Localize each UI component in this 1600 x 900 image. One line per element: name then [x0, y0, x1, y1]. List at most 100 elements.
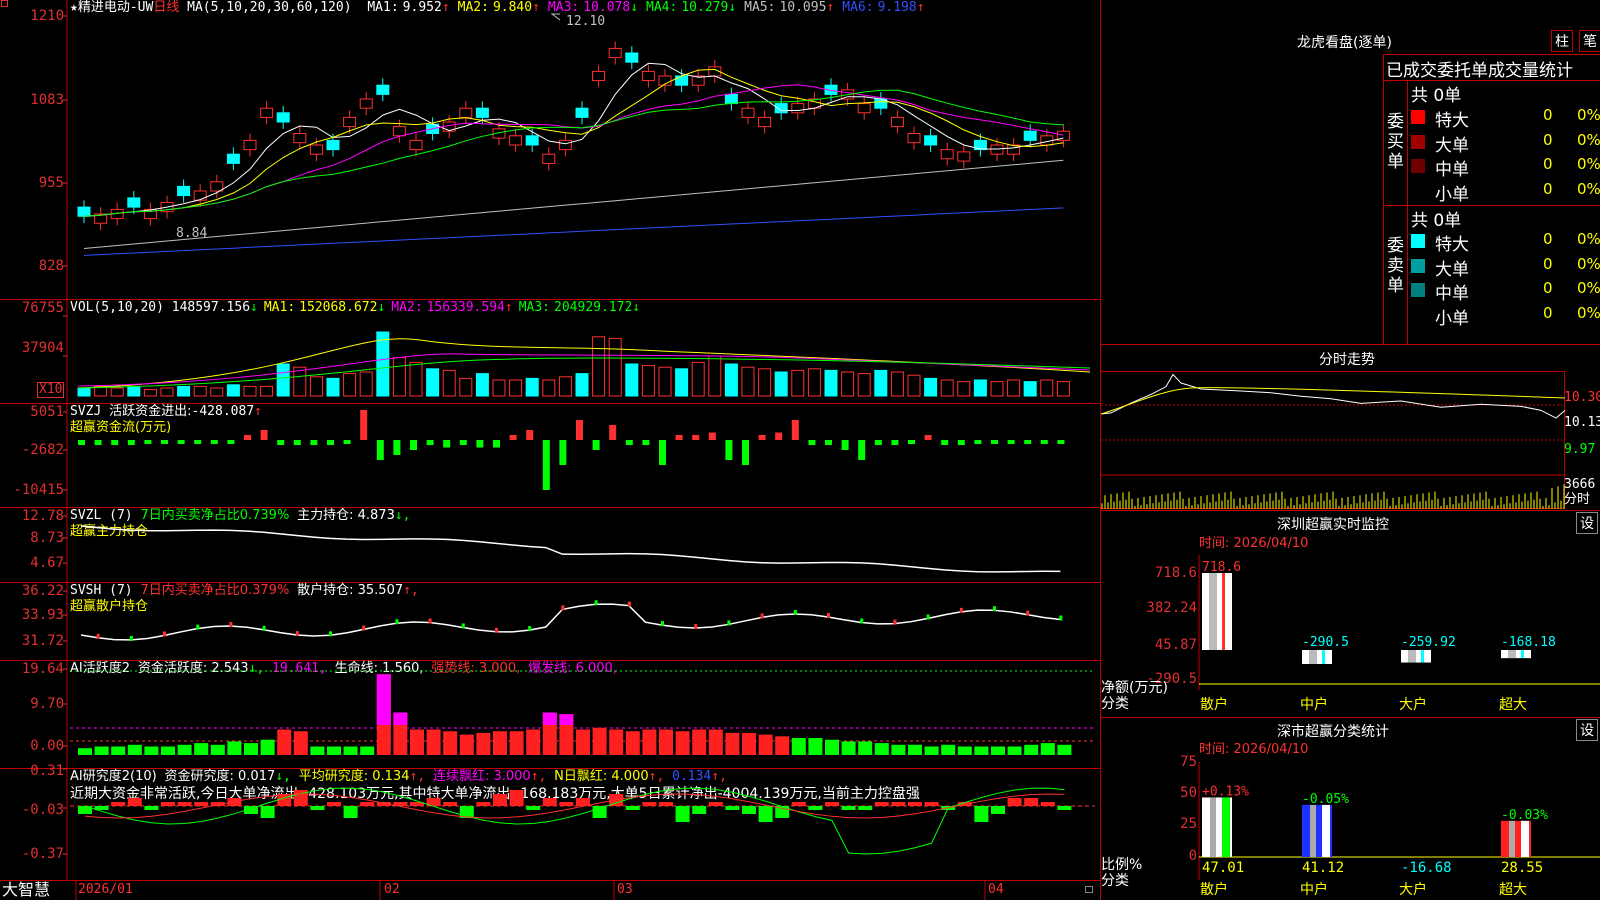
candle: [542, 147, 556, 171]
bar-change-label: -0.03%: [1501, 808, 1548, 823]
research-bar: [924, 802, 939, 806]
candle: [741, 101, 755, 125]
research-bar: [127, 798, 142, 806]
flow-bar: [991, 440, 998, 444]
activity-bar: [493, 731, 507, 755]
flow-bar: [725, 440, 733, 460]
research-bar: [194, 802, 209, 806]
price-pane[interactable]: ★精进电动-UW日线 MA(5,10,20,30,60,120) MA1: 9.9…: [0, 0, 1101, 300]
research-bar: [841, 806, 856, 810]
low-price-label: 8.84: [176, 226, 208, 241]
candle: [376, 78, 390, 102]
svsh-pane[interactable]: SVSH (7) 7日内买卖净占比0.379% 散户持仓: 35.507↑, 超…: [0, 583, 1101, 661]
flow-bar: [509, 435, 517, 440]
research-bars[interactable]: [0, 768, 1101, 881]
bar-value-label: 28.55: [1501, 860, 1543, 876]
flow-bar: [791, 420, 799, 440]
research-bar: [891, 802, 906, 806]
flow-bar: [343, 440, 351, 444]
volume-bars[interactable]: [0, 300, 1101, 404]
volume-bar: [276, 363, 290, 397]
volume-bar: [940, 379, 954, 397]
activity-bar: [858, 741, 873, 755]
volume-bar: [260, 385, 274, 397]
main-holding-line[interactable]: [0, 508, 1101, 583]
activity-bar: [908, 744, 922, 755]
activity-bar: [127, 744, 142, 755]
research-bar: [177, 802, 192, 806]
sz-class-bars[interactable]: +0.13% 47.01 -0.05% 41.12 -16.68 -0.03% 28.55: [1101, 0, 1600, 900]
flow-bar: [293, 440, 301, 445]
candle: [558, 133, 572, 157]
research-bar: [758, 806, 773, 822]
activity-bar: [144, 746, 159, 755]
flow-bar: [841, 440, 849, 450]
flow-bar: [592, 440, 600, 450]
volume-bar: [691, 361, 705, 397]
activity-bar: [974, 746, 989, 755]
volume-bar: [741, 366, 755, 397]
flow-bar: [642, 440, 650, 445]
flow-bar: [310, 440, 318, 445]
volume-bar: [857, 373, 871, 397]
flow-bar: [277, 440, 285, 445]
flow-bar: [924, 435, 932, 440]
activity-bar: [675, 731, 690, 755]
volume-bar: [592, 336, 606, 397]
research-bar: [625, 806, 640, 810]
volume-pane[interactable]: VOL(5,10,20) 148597.156↓ MA1: 152068.672↓ M…: [0, 300, 1101, 404]
activity-bar: [360, 746, 375, 755]
flow-bar: [360, 410, 368, 440]
flow-bar: [758, 435, 766, 440]
ratio-bar: [1302, 804, 1332, 857]
research-bar: [1024, 798, 1039, 806]
candlestick-chart[interactable]: [0, 0, 1101, 300]
activity-bar: [708, 729, 723, 755]
volume-bar: [525, 377, 539, 397]
svzj-pane[interactable]: SVZJ 活跃资金进出:-428.087↑ 超赢资金流(万元) 5051 -268…: [0, 404, 1101, 508]
svzl-pane[interactable]: SVZL (7) 7日内买卖净占比0.739% 主力持仓: 4.873↓, 超赢…: [0, 508, 1101, 583]
fund-flow-bars[interactable]: [0, 404, 1101, 508]
research-bar: [692, 806, 707, 814]
volume-bar: [990, 381, 1004, 397]
retail-holding-line[interactable]: [0, 583, 1101, 661]
flow-bar: [625, 440, 633, 445]
volume-bar: [641, 365, 655, 397]
research-bar: [327, 802, 341, 806]
x-axis: 大智慧 2026/01 02 03 04: [0, 881, 1101, 900]
candle: [940, 142, 954, 166]
volume-bar: [625, 363, 639, 397]
flow-bar: [941, 440, 949, 445]
research-bar: [1057, 806, 1072, 810]
activity-bar: [210, 744, 225, 755]
activity-bars[interactable]: [0, 661, 1101, 769]
activity-bar: [161, 746, 175, 755]
activity-bar: [177, 744, 192, 755]
volume-bar: [824, 369, 838, 397]
candle: [691, 69, 705, 93]
activity-bar: [841, 741, 856, 755]
volume-bar: [841, 371, 855, 397]
activity-bar: [410, 729, 424, 755]
research-bar: [576, 798, 590, 806]
flow-bar: [659, 440, 666, 465]
research-bar: [542, 798, 557, 806]
volume-bar: [409, 361, 423, 397]
candle: [359, 92, 373, 116]
candle: [1007, 138, 1021, 162]
flow-bar: [576, 420, 583, 440]
activity-bar: [775, 736, 790, 755]
flow-bar: [526, 430, 534, 440]
flow-bar: [127, 440, 135, 445]
flow-bar: [858, 440, 866, 460]
flow-bar: [493, 440, 500, 448]
activity-bar: [509, 731, 524, 755]
activity-bar: [825, 739, 839, 755]
ai-research-pane[interactable]: AI研究度2(10) 资金研究度: 0.017↓, 平均研究度: 0.134↑,…: [0, 763, 1101, 881]
flow-bar: [194, 440, 202, 444]
ai-activity-pane[interactable]: AI活跃度2 资金活跃度: 2.543↓, 19.641, 生命线: 1.560…: [0, 661, 1101, 769]
research-bar: [310, 806, 325, 810]
flow-bar: [775, 432, 783, 440]
research-bar: [493, 794, 507, 806]
category-label: 超大: [1499, 882, 1527, 898]
